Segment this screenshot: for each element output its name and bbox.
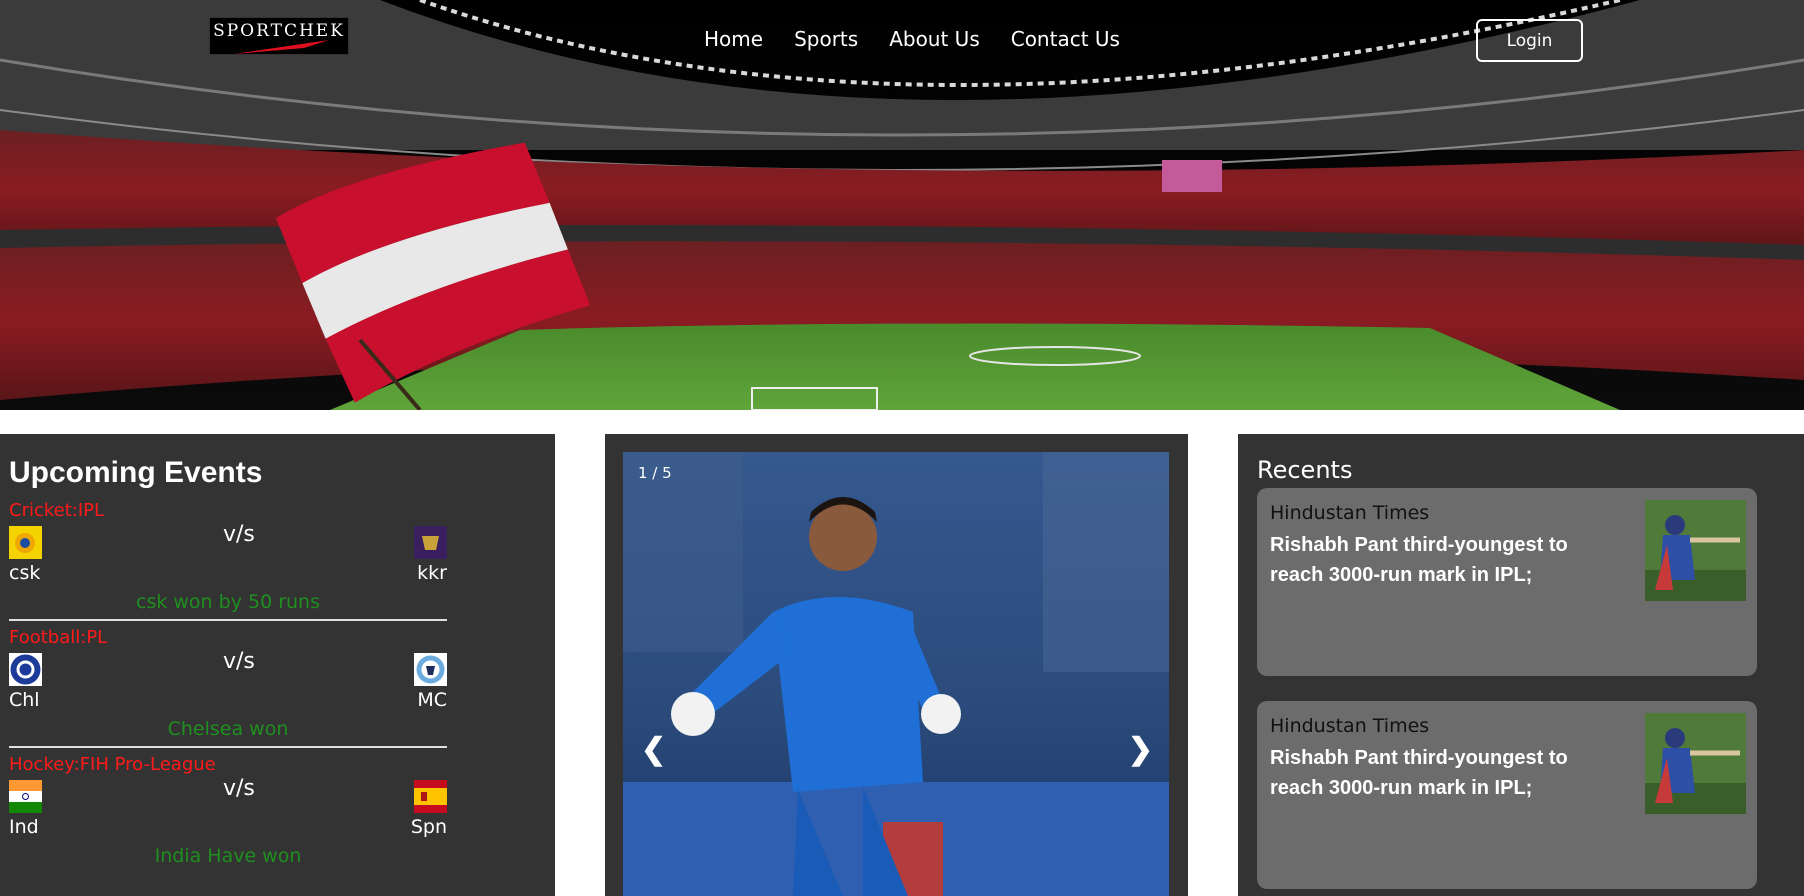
news-source: Hindustan Times <box>1270 715 1430 737</box>
logo-swoosh-icon <box>234 40 329 54</box>
image-carousel: 1 / 5 ❮ ❯ <box>605 434 1188 896</box>
news-source: Hindustan Times <box>1270 502 1430 524</box>
news-headline[interactable]: Rishabh Pant third-youngest to reach 300… <box>1270 530 1590 590</box>
nav-about-us[interactable]: About Us <box>889 27 980 51</box>
news-thumbnail[interactable] <box>1645 500 1746 601</box>
events-title: Upcoming Events <box>9 456 263 489</box>
team1-name: Chl <box>9 689 40 711</box>
event-category: Football:PL <box>9 627 108 648</box>
news-card[interactable]: Hindustan Times Rishabh Pant third-young… <box>1257 701 1757 889</box>
versus-label: v/s <box>223 649 255 674</box>
news-thumbnail[interactable] <box>1645 713 1746 814</box>
versus-label: v/s <box>223 776 255 801</box>
event-result: Chelsea won <box>167 718 289 740</box>
nav-contact-us[interactable]: Contact Us <box>1011 27 1120 51</box>
event-category: Cricket:IPL <box>9 500 105 521</box>
main-nav: Home Sports About Us Contact Us <box>704 27 1151 51</box>
chelsea-logo-icon <box>9 653 42 686</box>
slide-counter: 1 / 5 <box>638 464 672 482</box>
login-button[interactable]: Login <box>1476 19 1583 62</box>
event-item: Hockey:FIH Pro-League v/s Ind Spn India … <box>9 754 447 881</box>
event-result: csk won by 50 runs <box>136 591 320 613</box>
versus-label: v/s <box>223 522 255 547</box>
carousel-next-button[interactable]: ❯ <box>1128 732 1153 767</box>
event-item: Football:PL v/s Chl MC Chelsea won <box>9 627 447 754</box>
team1-name: csk <box>9 562 41 584</box>
india-flag-icon <box>9 780 42 813</box>
event-item: Cricket:IPL v/s csk kkr csk won by 50 ru… <box>9 500 447 627</box>
divider <box>9 746 447 748</box>
event-category: Hockey:FIH Pro-League <box>9 754 216 775</box>
logo[interactable]: SPORTCHEK <box>209 17 349 55</box>
event-result: India Have won <box>154 845 302 867</box>
team1-name: Ind <box>9 816 39 838</box>
recents-panel: Recents Hindustan Times Rishabh Pant thi… <box>1238 434 1804 896</box>
man-city-logo-icon <box>414 653 447 686</box>
upcoming-events-panel: Upcoming Events Cricket:IPL v/s csk kkr … <box>0 434 555 896</box>
news-card[interactable]: Hindustan Times Rishabh Pant third-young… <box>1257 488 1757 676</box>
carousel-prev-button[interactable]: ❮ <box>641 732 666 767</box>
nav-home[interactable]: Home <box>704 27 763 51</box>
recents-title: Recents <box>1257 456 1353 484</box>
hero-banner: SPORTCHEK Home Sports About Us Contact U… <box>0 0 1804 410</box>
csk-logo-icon <box>9 526 42 559</box>
news-headline[interactable]: Rishabh Pant third-youngest to reach 300… <box>1270 743 1590 803</box>
team2-name: MC <box>417 689 447 711</box>
team2-name: kkr <box>417 562 447 584</box>
cricketer-image <box>623 452 1169 896</box>
spain-flag-icon <box>414 780 447 813</box>
carousel-slide: 1 / 5 ❮ ❯ <box>623 452 1169 896</box>
team2-name: Spn <box>410 816 447 838</box>
kkr-logo-icon <box>414 526 447 559</box>
divider <box>9 619 447 621</box>
nav-sports[interactable]: Sports <box>794 27 858 51</box>
